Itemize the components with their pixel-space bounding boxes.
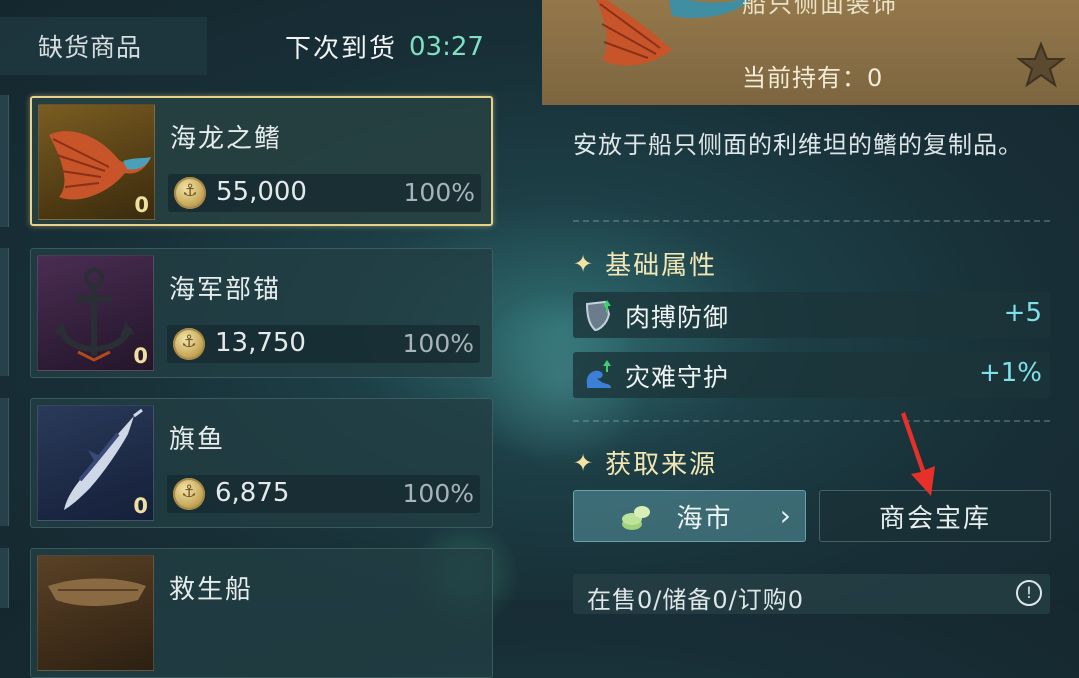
left-edge-strip <box>0 95 9 227</box>
arrow-pointer-icon <box>901 412 935 496</box>
item-percent: 100% <box>402 479 474 508</box>
stock-status-bar: 在售0/储备0/订购0 ! <box>573 574 1050 614</box>
item-price: 6,875 <box>215 478 290 508</box>
coin-icon <box>174 177 206 209</box>
attribute-row: 肉搏防御 +5 <box>573 292 1050 338</box>
section-title-text: 基础属性 <box>605 251 718 281</box>
left-edge-strip <box>0 398 9 526</box>
sparkle-icon: ✦ <box>573 448 596 477</box>
item-name: 海龙之鳍 <box>170 124 283 154</box>
section-title-base-attributes: ✦ 基础属性 <box>573 245 717 282</box>
restock-timer: 下次到货 03:27 <box>285 28 484 65</box>
item-thumbnail <box>37 555 154 671</box>
holding-count: 当前持有：0 <box>742 64 884 92</box>
lifeboat-icon <box>48 578 146 606</box>
item-percent: 100% <box>403 178 475 207</box>
source-market-label: 海市 <box>676 503 733 534</box>
coin-icon <box>173 328 205 360</box>
attribute-value: +5 <box>1003 298 1042 328</box>
price-bar: 13,750 100% <box>167 325 480 363</box>
item-thumbnail: 0 <box>37 255 154 371</box>
coin-stack-icon <box>622 506 650 530</box>
item-quantity: 0 <box>133 494 148 518</box>
attribute-value: +1% <box>978 358 1042 388</box>
list-item-marlin[interactable]: 0 旗鱼 6,875 100% <box>30 398 493 528</box>
attribute-row: 灾难守护 +1% <box>573 352 1050 398</box>
dragon-fin-icon <box>596 0 749 66</box>
item-price: 13,750 <box>215 328 306 358</box>
left-edge-strip <box>0 548 9 608</box>
item-hero-banner: 船只侧面装饰 当前持有：0 <box>542 0 1079 105</box>
item-title: 船只侧面装饰 <box>742 0 898 18</box>
item-thumbnail: 0 <box>38 104 155 220</box>
restock-time: 03:27 <box>409 31 484 62</box>
coin-icon <box>173 478 205 510</box>
list-item-admiralty-anchor[interactable]: 0 海军部锚 13,750 100% <box>30 248 493 378</box>
item-description: 安放于船只侧面的利维坦的鳍的复制品。 <box>573 131 1023 159</box>
stock-status-text: 在售0/储备0/订购0 <box>587 586 804 614</box>
source-guild-label: 商会宝库 <box>878 503 991 534</box>
item-name: 旗鱼 <box>169 425 226 455</box>
item-quantity: 0 <box>133 344 148 368</box>
section-title-source: ✦ 获取来源 <box>573 444 717 481</box>
attribute-name: 灾难守护 <box>625 363 730 392</box>
item-name: 救生船 <box>169 575 254 605</box>
item-detail-panel: 船只侧面装饰 当前持有：0 安放于船只侧面的利维坦的鳍的复制品。 ✦ 基础属性 … <box>542 0 1079 614</box>
source-market-button[interactable]: 海市 › <box>573 490 806 542</box>
price-bar: 55,000 100% <box>168 174 481 212</box>
item-percent: 100% <box>402 329 474 358</box>
chevron-right-icon: › <box>779 499 793 532</box>
price-bar: 6,875 100% <box>167 475 480 513</box>
item-price: 55,000 <box>216 177 307 207</box>
item-name: 海军部锚 <box>169 275 282 305</box>
item-quantity: 0 <box>134 193 149 217</box>
restock-label: 下次到货 <box>285 34 398 64</box>
divider <box>573 220 1050 222</box>
wave-icon <box>586 360 611 388</box>
list-item-lifeboat[interactable]: 救生船 <box>30 548 493 678</box>
section-title-text: 获取来源 <box>605 450 718 480</box>
tab-label: 缺货商品 <box>38 33 143 62</box>
shield-icon <box>585 300 611 332</box>
attribute-name: 肉搏防御 <box>625 303 730 332</box>
list-item-dragon-fin[interactable]: 0 海龙之鳍 55,000 100% <box>30 96 493 226</box>
info-icon[interactable]: ! <box>1016 580 1042 606</box>
tab-out-of-stock[interactable]: 缺货商品 <box>0 17 207 75</box>
favorite-star-icon[interactable] <box>1016 40 1066 90</box>
item-thumbnail: 0 <box>37 405 154 521</box>
left-edge-strip <box>0 248 9 376</box>
divider <box>573 420 1050 422</box>
sparkle-icon: ✦ <box>573 249 596 278</box>
